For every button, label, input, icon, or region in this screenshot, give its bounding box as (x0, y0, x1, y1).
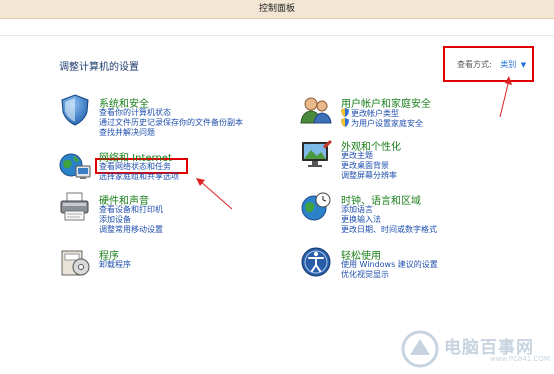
link-file-history-backup[interactable]: 通过文件历史记录保存你的文件备份副本 (99, 118, 243, 128)
link-homegroup-sharing[interactable]: 选择家庭组和共享选项 (99, 172, 179, 182)
category-hardware-sound: 硬件和声音 查看设备和打印机 添加设备 调整常用移动设置 (58, 190, 288, 238)
link-add-language[interactable]: 添加语言 (341, 205, 373, 215)
uac-shield-icon (341, 118, 349, 127)
link-change-theme[interactable]: 更改主题 (341, 151, 373, 161)
page-title: 调整计算机的设置 (59, 62, 139, 73)
link-mobility-settings[interactable]: 调整常用移动设置 (99, 225, 163, 235)
user-accounts-icon[interactable] (299, 93, 333, 127)
link-change-account-type-label: 更改帐户类型 (351, 109, 399, 118)
category-appearance: 外观和个性化 更改主题 更改桌面背景 调整屏幕分辨率 (299, 138, 539, 186)
security-shield-icon[interactable] (58, 93, 92, 127)
watermark: 电脑百事网 www.PC841.COM (400, 329, 550, 369)
category-ease-of-access: 轻松使用 使用 Windows 建议的设置 优化视觉显示 (299, 245, 539, 285)
category-clock-language: 时钟、语言和区域 添加语言 更换输入法 更改日期、时间或数字格式 (299, 190, 539, 238)
category-programs: 程序 卸载程序 (58, 245, 288, 281)
highlight-box-view-by (443, 46, 534, 82)
link-optimize-visual-display[interactable]: 优化视觉显示 (341, 270, 389, 280)
uac-shield-icon (341, 108, 349, 117)
category-user-accounts: 用户帐户和家庭安全 更改帐户类型 为用户设置家庭安全 (299, 93, 539, 135)
window-title: 控制面板 (258, 4, 295, 14)
link-view-network-status[interactable]: 查看网络状态和任务 (99, 162, 171, 172)
link-devices-printers[interactable]: 查看设备和打印机 (99, 205, 163, 215)
ease-of-access-icon[interactable] (299, 245, 333, 279)
link-change-desktop-background[interactable]: 更改桌面背景 (341, 161, 389, 171)
link-view-computer-status[interactable]: 查看你的计算机状态 (99, 108, 171, 118)
link-add-device[interactable]: 添加设备 (99, 215, 131, 225)
link-family-safety-label: 为用户设置家庭安全 (351, 119, 423, 128)
window-title-bar: 控制面板 (0, 0, 554, 19)
appearance-monitor-icon[interactable] (299, 138, 333, 172)
address-toolbar (0, 19, 554, 36)
programs-icon[interactable] (58, 245, 92, 279)
link-screen-resolution[interactable]: 调整屏幕分辨率 (341, 171, 397, 181)
watermark-url: www.PC841.COM (490, 355, 550, 363)
printer-icon[interactable] (58, 190, 92, 224)
clock-globe-icon[interactable] (299, 190, 333, 224)
category-network-internet: 网络和 Internet 查看网络状态和任务 选择家庭组和共享选项 (58, 148, 288, 188)
link-uninstall-program[interactable]: 卸载程序 (99, 260, 131, 270)
network-globe-icon[interactable] (58, 148, 92, 182)
link-recommended-settings[interactable]: 使用 Windows 建议的设置 (341, 260, 438, 270)
link-troubleshoot[interactable]: 查找并解决问题 (99, 128, 155, 138)
watermark-logo-icon (401, 330, 439, 368)
link-date-time-format[interactable]: 更改日期、时间或数字格式 (341, 225, 437, 235)
link-family-safety[interactable]: 为用户设置家庭安全 (341, 118, 423, 129)
link-change-input-method[interactable]: 更换输入法 (341, 215, 381, 225)
category-system-security: 系统和安全 查看你的计算机状态 通过文件历史记录保存你的文件备份副本 查找并解决… (58, 93, 288, 143)
